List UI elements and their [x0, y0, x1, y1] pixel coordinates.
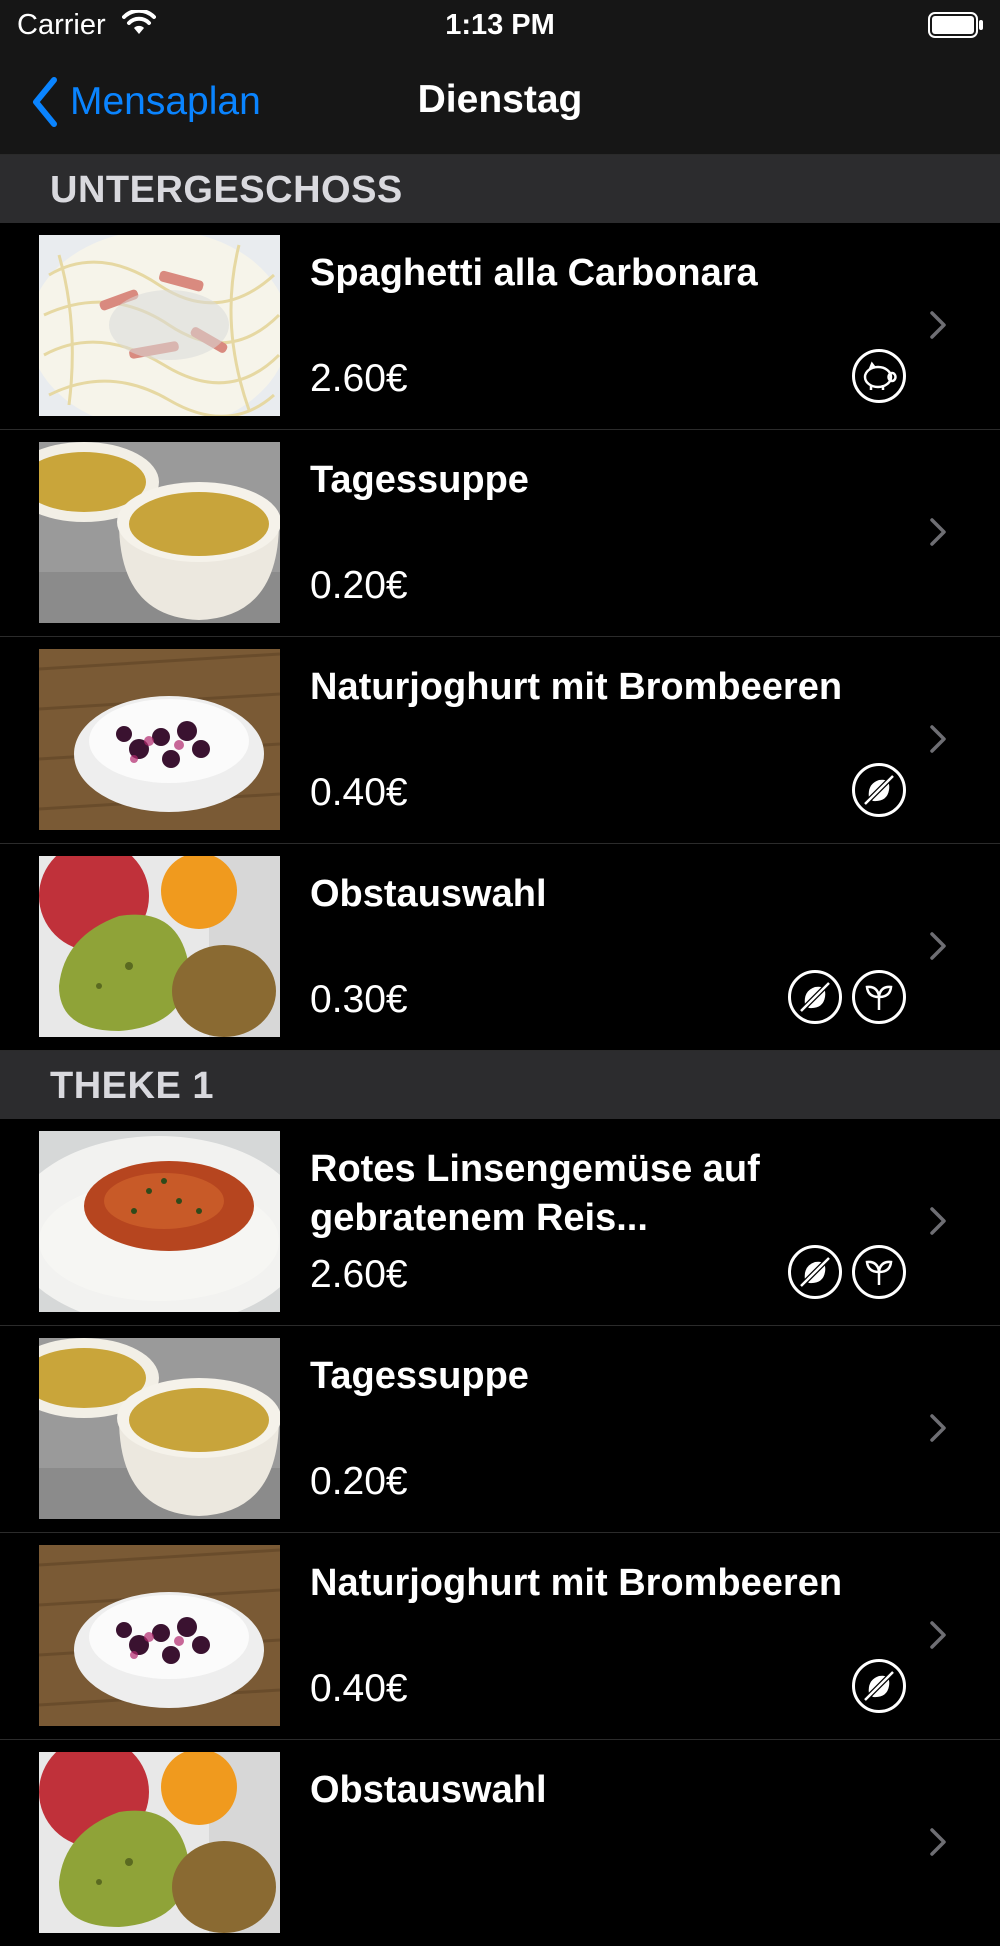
meal-row[interactable]: Spaghetti alla Carbonara 2.60€ — [0, 223, 1000, 430]
chevron-right-icon — [930, 311, 946, 339]
diet-badges — [788, 970, 906, 1024]
meal-image — [39, 856, 280, 1037]
diet-badges — [788, 1245, 906, 1299]
diet-badges — [852, 1659, 906, 1713]
meal-row[interactable]: Naturjoghurt mit Brombeeren 0.40€ — [0, 637, 1000, 844]
meal-image — [39, 442, 280, 623]
clock: 1:13 PM — [445, 9, 555, 41]
page-title: Dienstag — [417, 78, 583, 121]
pig-icon — [852, 349, 906, 403]
diet-badges — [852, 763, 906, 817]
no-meat-icon — [788, 970, 842, 1024]
meal-image — [39, 1752, 280, 1933]
status-bar: Carrier 1:13 PM — [0, 0, 1000, 52]
meal-price: 0.20€ — [310, 564, 408, 607]
diet-badges — [852, 349, 906, 403]
section-title: THEKE 1 — [50, 1065, 214, 1107]
meal-row[interactable]: Rotes Linsengemüse auf gebratenem Reis..… — [0, 1119, 1000, 1326]
meal-row[interactable]: Tagessuppe 0.20€ — [0, 430, 1000, 637]
menu-list[interactable]: UNTERGESCHOSS Spaghetti alla Carbonara 2.… — [0, 155, 1000, 1946]
meal-image — [39, 235, 280, 416]
vegan-leaf-icon — [852, 970, 906, 1024]
chevron-right-icon — [930, 1828, 946, 1856]
meal-price: 2.60€ — [310, 357, 408, 400]
section-header: THEKE 1 — [0, 1051, 1000, 1119]
meal-name: Tagessuppe — [310, 1355, 529, 1397]
no-meat-icon — [788, 1245, 842, 1299]
meal-price: 0.40€ — [310, 771, 408, 814]
meal-price: 0.40€ — [310, 1667, 408, 1710]
meal-price: 0.20€ — [310, 1460, 408, 1503]
meal-image — [39, 1338, 280, 1519]
meal-image — [39, 649, 280, 830]
meal-name: Rotes Linsengemüse auf gebratenem Reis..… — [310, 1148, 760, 1239]
meal-name: Naturjoghurt mit Brombeeren — [310, 666, 843, 708]
meal-image — [39, 1131, 280, 1312]
meal-row[interactable]: Obstauswahl — [0, 1740, 1000, 1946]
vegan-leaf-icon — [852, 1245, 906, 1299]
chevron-right-icon — [930, 1621, 946, 1649]
chevron-right-icon — [930, 1414, 946, 1442]
chevron-right-icon — [930, 518, 946, 546]
meal-row[interactable]: Obstauswahl 0.30€ — [0, 844, 1000, 1051]
meal-name: Tagessuppe — [310, 459, 529, 501]
meal-name: Obstauswahl — [310, 1769, 547, 1811]
meal-price: 2.60€ — [310, 1253, 408, 1296]
meal-row[interactable]: Naturjoghurt mit Brombeeren 0.40€ — [0, 1533, 1000, 1740]
meal-row[interactable]: Tagessuppe 0.20€ — [0, 1326, 1000, 1533]
section-header: UNTERGESCHOSS — [0, 155, 1000, 223]
meal-name: Naturjoghurt mit Brombeeren — [310, 1562, 843, 1604]
meal-name: Spaghetti alla Carbonara — [310, 252, 758, 294]
meal-image — [39, 1545, 280, 1726]
chevron-right-icon — [930, 932, 946, 960]
chevron-right-icon — [930, 1207, 946, 1235]
no-meat-icon — [852, 763, 906, 817]
battery-icon — [928, 12, 983, 38]
no-meat-icon — [852, 1659, 906, 1713]
navigation-bar: Mensaplan Dienstag — [0, 52, 1000, 155]
section-title: UNTERGESCHOSS — [50, 169, 403, 211]
chevron-right-icon — [930, 725, 946, 753]
meal-price: 0.30€ — [310, 978, 408, 1021]
meal-name: Obstauswahl — [310, 873, 547, 915]
